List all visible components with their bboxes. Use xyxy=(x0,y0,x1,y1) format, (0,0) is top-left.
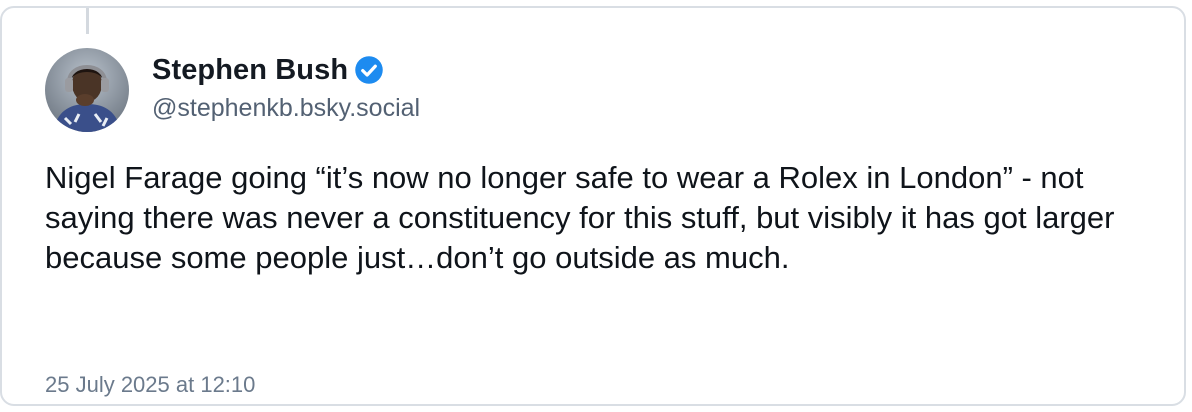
post-text: Nigel Farage going “it’s now no longer s… xyxy=(45,160,1115,275)
author-name-row: Stephen Bush xyxy=(152,50,384,90)
post-timestamp[interactable]: 25 July 2025 at 12:10 xyxy=(45,372,255,398)
verified-badge-icon xyxy=(355,56,383,84)
user-avatar-icon xyxy=(45,48,129,132)
post-card[interactable]: Stephen Bush @stephenkb.bsky.social Nige… xyxy=(0,6,1186,406)
avatar[interactable] xyxy=(45,48,129,132)
author-display-name[interactable]: Stephen Bush xyxy=(152,54,348,87)
author-handle[interactable]: @stephenkb.bsky.social xyxy=(152,94,420,123)
thread-line xyxy=(86,8,89,34)
